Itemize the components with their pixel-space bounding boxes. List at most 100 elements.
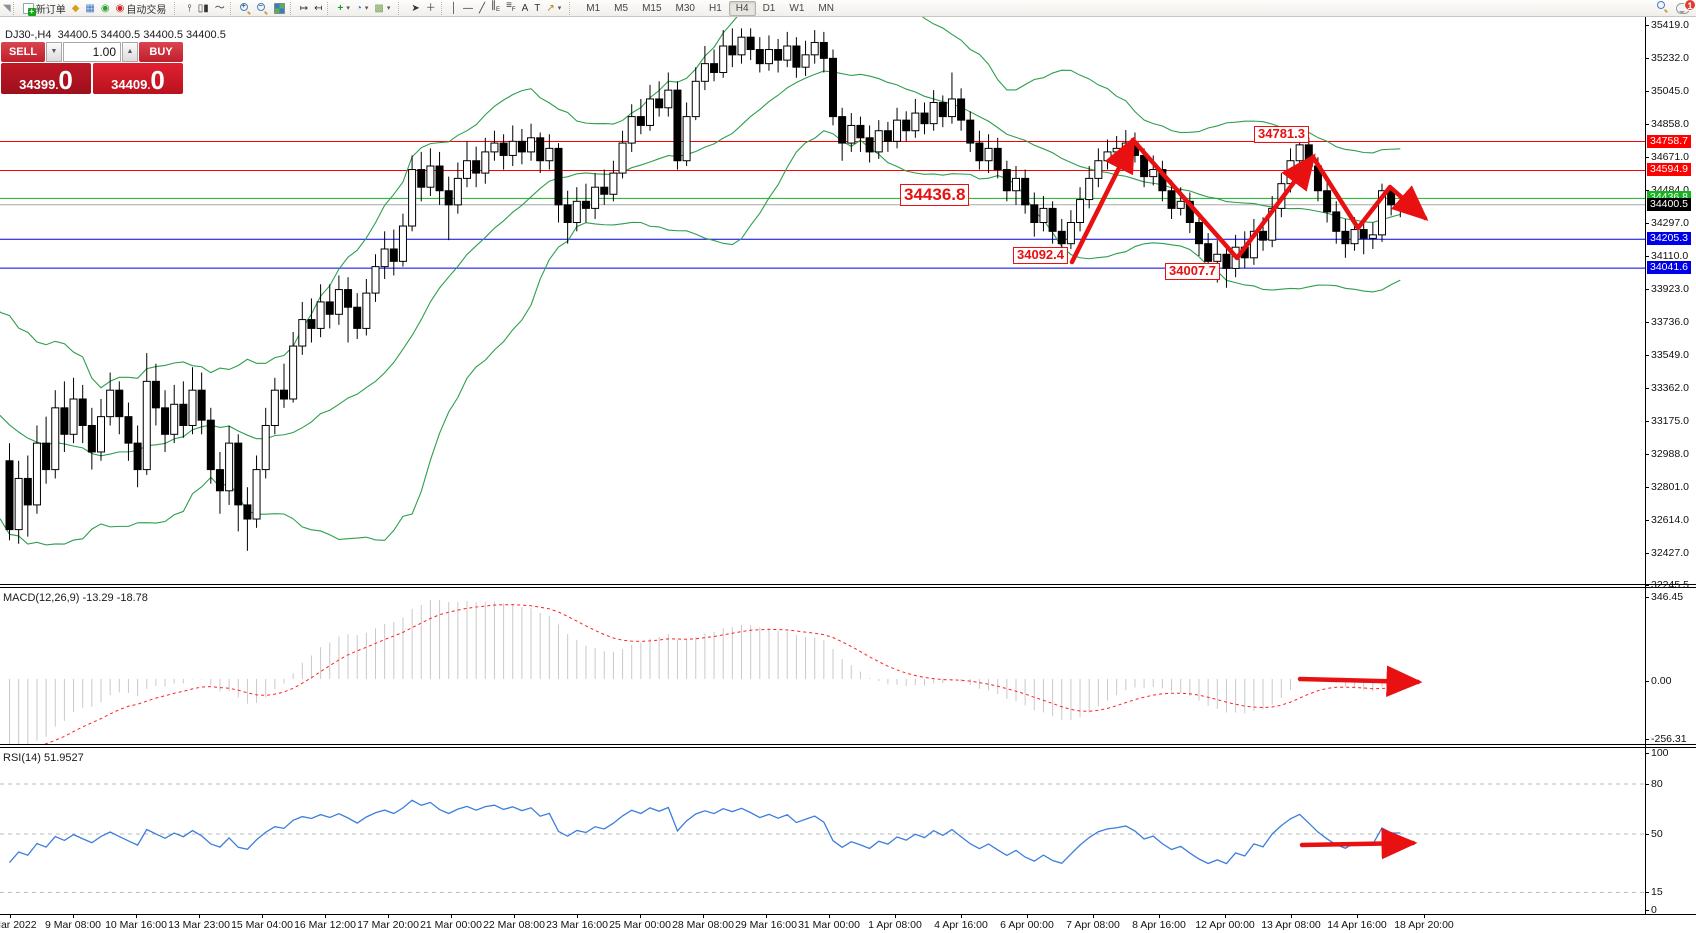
market-watch-button[interactable]: ▦ (82, 2, 97, 15)
time-axis-label[interactable]: 13 Mar 23:00 (168, 919, 230, 931)
sell-price-panel[interactable]: 34399.0 (1, 63, 91, 94)
timeframe-M1[interactable]: M1 (579, 1, 607, 16)
volume-input[interactable]: 1.00 (63, 42, 121, 62)
price-axis-label[interactable]: 32614.0 (1651, 514, 1689, 526)
periods-button[interactable]: ◔▾ (353, 2, 372, 15)
text-label-tool[interactable]: T (531, 2, 543, 15)
price-axis-label[interactable]: 34297.0 (1651, 217, 1689, 229)
horizontal-line-tool[interactable]: — (460, 2, 476, 15)
time-axis-label[interactable]: 6 Apr 00:00 (1000, 919, 1054, 931)
annotation-price-label[interactable]: 34092.4 (1013, 247, 1068, 264)
line-chart-button[interactable]: 〜 (212, 2, 228, 15)
time-axis-label[interactable]: 29 Mar 16:00 (735, 919, 797, 931)
time-axis-label[interactable]: 12 Apr 00:00 (1195, 919, 1255, 931)
timeframe-M30[interactable]: M30 (669, 1, 702, 16)
templates-button[interactable]: ▩▾ (371, 2, 393, 15)
price-axis-label[interactable]: 32427.0 (1651, 547, 1689, 559)
time-axis-tick (262, 914, 263, 918)
price-axis-label[interactable]: 33923.0 (1651, 283, 1689, 295)
arrows-icon: ↗ (546, 3, 554, 14)
price-axis-label[interactable]: 35232.0 (1651, 52, 1689, 64)
price-axis-label[interactable]: 33362.0 (1651, 382, 1689, 394)
timeframe-H1[interactable]: H1 (702, 1, 729, 16)
time-axis-label[interactable]: 8 Apr 16:00 (1132, 919, 1186, 931)
price-axis-label[interactable]: 33736.0 (1651, 316, 1689, 328)
equidistant-channel-tool[interactable]: ∥E (488, 0, 503, 17)
timeframe-MN[interactable]: MN (811, 1, 841, 16)
time-axis-label[interactable]: 13 Apr 08:00 (1261, 919, 1321, 931)
chart-shift-button[interactable]: ↤ (311, 2, 325, 15)
price-axis-label[interactable]: 34858.0 (1651, 118, 1689, 130)
timeframe-W1[interactable]: W1 (782, 1, 811, 16)
time-axis-label[interactable]: 16 Mar 12:00 (294, 919, 356, 931)
time-axis-label[interactable]: 28 Mar 08:00 (672, 919, 734, 931)
buy-button[interactable]: BUY (139, 42, 183, 62)
price-axis-label[interactable]: 33175.0 (1651, 415, 1689, 427)
volume-decrease-button[interactable]: ▼ (46, 42, 62, 62)
price-axis-tick (1645, 256, 1649, 257)
time-axis-label[interactable]: 7 Apr 08:00 (1066, 919, 1120, 931)
timeframe-H4[interactable]: H4 (729, 1, 756, 16)
annotation-price-label[interactable]: 34436.8 (900, 184, 969, 206)
timeframe-M5[interactable]: M5 (607, 1, 635, 16)
price-axis-label[interactable]: 34671.0 (1651, 151, 1689, 163)
signal-button[interactable]: ◉ (98, 2, 113, 15)
text-tool[interactable]: A (519, 2, 532, 15)
volume-increase-button[interactable]: ▲ (122, 42, 138, 62)
zoom-in-button[interactable]: + (237, 2, 254, 15)
timeframe-D1[interactable]: D1 (756, 1, 783, 16)
bar-chart-button[interactable]: ⫯ (184, 2, 194, 15)
price-axis-tick (1645, 91, 1649, 92)
price-axis-label[interactable]: 35419.0 (1651, 19, 1689, 31)
time-axis-tick (451, 914, 452, 918)
macd-axis-label: 346.45 (1651, 591, 1683, 603)
new-order-button[interactable]: + 新订单 (20, 0, 69, 17)
sell-price-fraction: 0 (58, 68, 72, 92)
time-axis-tick (703, 914, 704, 918)
time-axis-label[interactable]: 21 Mar 00:00 (420, 919, 482, 931)
time-axis-label[interactable]: 10 Mar 16:00 (105, 919, 167, 931)
time-axis-label[interactable]: 8 Mar 2022 (0, 919, 37, 931)
timeframe-M15[interactable]: M15 (635, 1, 668, 16)
auto-trading-button[interactable]: ◉ 自动交易 (113, 0, 170, 17)
annotation-price-label[interactable]: 34007.7 (1165, 263, 1220, 280)
time-axis-label[interactable]: 15 Mar 04:00 (231, 919, 293, 931)
arrows-tool[interactable]: ↗▾ (543, 2, 564, 15)
search-button[interactable] (1657, 1, 1668, 15)
trendline-tool[interactable]: ╱ (476, 2, 488, 15)
buy-price-panel[interactable]: 34409.0 (93, 63, 183, 94)
price-axis-label[interactable]: 32245.5 (1651, 579, 1689, 591)
chat-button[interactable]: 1 (1676, 3, 1690, 14)
time-axis-label[interactable]: 9 Mar 08:00 (45, 919, 101, 931)
line-chart-icon: 〜 (215, 3, 225, 14)
price-axis-label[interactable]: 35045.0 (1651, 85, 1689, 97)
time-axis-tick (766, 914, 767, 918)
vertical-line-tool[interactable]: │ (448, 2, 460, 15)
price-axis-label[interactable]: 32801.0 (1651, 481, 1689, 493)
sell-button[interactable]: SELL (1, 42, 45, 62)
time-axis-label[interactable]: 31 Mar 00:00 (798, 919, 860, 931)
price-axis-label[interactable]: 33549.0 (1651, 349, 1689, 361)
zoom-out-button[interactable]: − (254, 2, 271, 15)
cursor-tool[interactable]: ➤ (408, 2, 422, 15)
rsi-axis-label: 0 (1651, 904, 1657, 916)
time-axis-label[interactable]: 1 Apr 08:00 (868, 919, 922, 931)
time-axis-label[interactable]: 4 Apr 16:00 (934, 919, 988, 931)
crosshair-tool[interactable]: ＋ (423, 2, 439, 15)
tile-windows-button[interactable] (271, 2, 288, 15)
time-axis-label[interactable]: 18 Apr 20:00 (1394, 919, 1454, 931)
indicators-button[interactable]: +▾ (334, 2, 352, 15)
price-axis-label[interactable]: 32988.0 (1651, 448, 1689, 460)
toolbar-separator (13, 2, 18, 15)
profile-button[interactable]: ◆ (69, 2, 83, 15)
chart-canvas[interactable] (0, 17, 1696, 933)
time-axis-label[interactable]: 17 Mar 20:00 (357, 919, 419, 931)
time-axis-label[interactable]: 22 Mar 08:00 (483, 919, 545, 931)
time-axis-label[interactable]: 25 Mar 00:00 (609, 919, 671, 931)
candlestick-chart-button[interactable]: ▯▮ (195, 2, 212, 15)
fibonacci-tool[interactable]: ≡F (503, 0, 519, 17)
auto-scroll-button[interactable]: ↦ (297, 2, 311, 15)
time-axis-label[interactable]: 23 Mar 16:00 (546, 919, 608, 931)
annotation-price-label[interactable]: 34781.3 (1254, 126, 1309, 143)
time-axis-label[interactable]: 14 Apr 16:00 (1327, 919, 1387, 931)
